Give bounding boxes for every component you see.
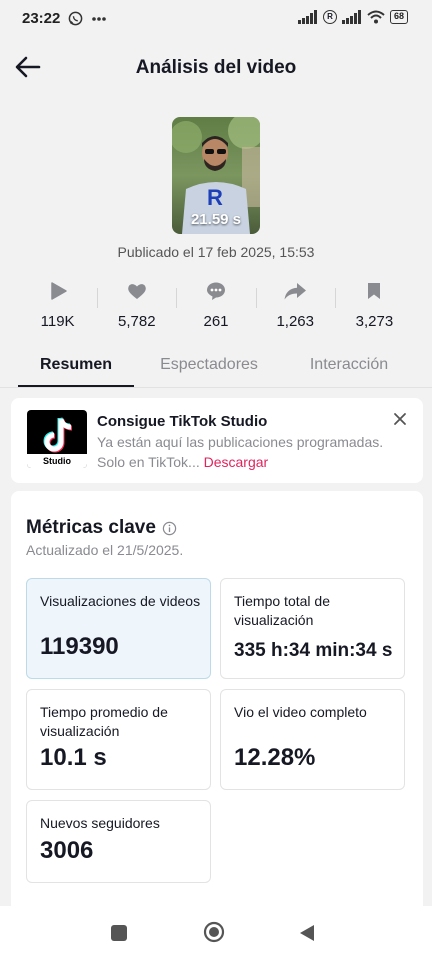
stat-likes: 5,782 (97, 278, 176, 334)
share-icon (284, 283, 307, 300)
info-icon[interactable] (162, 521, 177, 536)
tiktok-studio-promo: Studio Consigue TikTok Studio Ya están a… (11, 398, 423, 483)
close-promo-button[interactable] (391, 410, 409, 428)
metric-label: Tiempo promedio de visualización (40, 704, 168, 739)
video-duration: 21.59 s (190, 211, 242, 228)
metric-value: 10.1 s (40, 744, 107, 771)
triangle-back-icon (300, 925, 314, 941)
stat-value: 5,782 (118, 313, 156, 330)
recents-button[interactable] (110, 924, 128, 947)
metric-card-views[interactable]: Visualizaciones de videos 119390 (26, 578, 211, 679)
metrics-updated-date: Actualizado el 21/5/2025. (26, 542, 184, 558)
video-thumbnail[interactable]: R 21.59 s (172, 117, 260, 234)
metric-card-total-watch-time[interactable]: Tiempo total de visualización 335 h:34 m… (220, 578, 405, 679)
stat-shares: 1,263 (255, 278, 335, 334)
metric-label: Visualizaciones de videos (40, 593, 201, 609)
tab-interaccion[interactable]: Interacción (284, 346, 414, 388)
published-date: Publicado el 17 feb 2025, 15:53 (117, 244, 315, 260)
square-icon (111, 925, 127, 941)
stat-value: 3,273 (355, 313, 394, 330)
stat-value: 261 (203, 313, 229, 330)
metrics-title: Métricas clave (26, 517, 156, 538)
metric-value: 119390 (40, 633, 119, 660)
more-dots-icon (92, 16, 106, 21)
metric-label: Tiempo total de visualización (234, 593, 330, 628)
signal-icon-2 (341, 10, 361, 24)
tab-resumen[interactable]: Resumen (18, 346, 134, 388)
tiktok-studio-logo: Studio (27, 410, 87, 468)
heart-icon (128, 284, 146, 299)
promo-title: Consigue TikTok Studio (97, 413, 268, 430)
roaming-icon: R (322, 10, 337, 24)
stats-row: 119K 5,782 261 1,263 3,273 (18, 278, 414, 334)
back-nav-button[interactable] (298, 923, 316, 948)
whatsapp-icon (68, 11, 83, 26)
metric-value: 335 h:34 min:34 s (234, 640, 393, 661)
play-icon (50, 282, 67, 300)
tab-espectadores[interactable]: Espectadores (134, 346, 284, 388)
bookmark-icon (368, 283, 381, 299)
key-metrics-section: Métricas clave Actualizado el 21/5/2025.… (11, 491, 423, 911)
battery-indicator: 68 (389, 10, 408, 24)
stat-views: 119K (18, 278, 97, 334)
system-nav-bar (0, 906, 432, 960)
tiktok-note-icon (43, 417, 73, 453)
wifi-icon (367, 10, 385, 24)
comment-icon (207, 282, 225, 300)
home-button[interactable] (203, 921, 225, 948)
stat-value: 119K (40, 313, 75, 330)
metric-card-avg-watch-time[interactable]: Tiempo promedio de visualización 10.1 s (26, 689, 211, 790)
metric-label: Nuevos seguidores (40, 815, 160, 831)
signal-icon (297, 10, 317, 24)
tab-bar: Resumen Espectadores Interacción (18, 346, 432, 388)
close-icon (394, 413, 406, 425)
promo-description: Ya están aquí las publicaciones programa… (97, 432, 393, 472)
status-bar: 23:22 R 68 (0, 0, 432, 40)
stat-value: 1,263 (276, 313, 314, 330)
metric-card-new-followers[interactable]: Nuevos seguidores 3006 (26, 800, 211, 883)
home-circle-icon (203, 921, 225, 943)
tabs-divider (0, 387, 432, 388)
studio-logo-label: Studio (27, 454, 87, 468)
metric-value: 12.28% (234, 744, 316, 771)
stat-saves: 3,273 (334, 278, 414, 334)
metric-label: Vio el video completo (234, 704, 367, 720)
metric-value: 3006 (40, 837, 94, 864)
metric-card-full-watch[interactable]: Vio el video completo 12.28% (220, 689, 405, 790)
status-time: 23:22 (22, 10, 61, 27)
header: Análisis del video (0, 45, 432, 89)
page-title: Análisis del video (135, 57, 297, 78)
svg-text:R: R (207, 185, 223, 210)
stat-comments: 261 (176, 278, 255, 334)
download-link[interactable]: Descargar (204, 454, 269, 470)
